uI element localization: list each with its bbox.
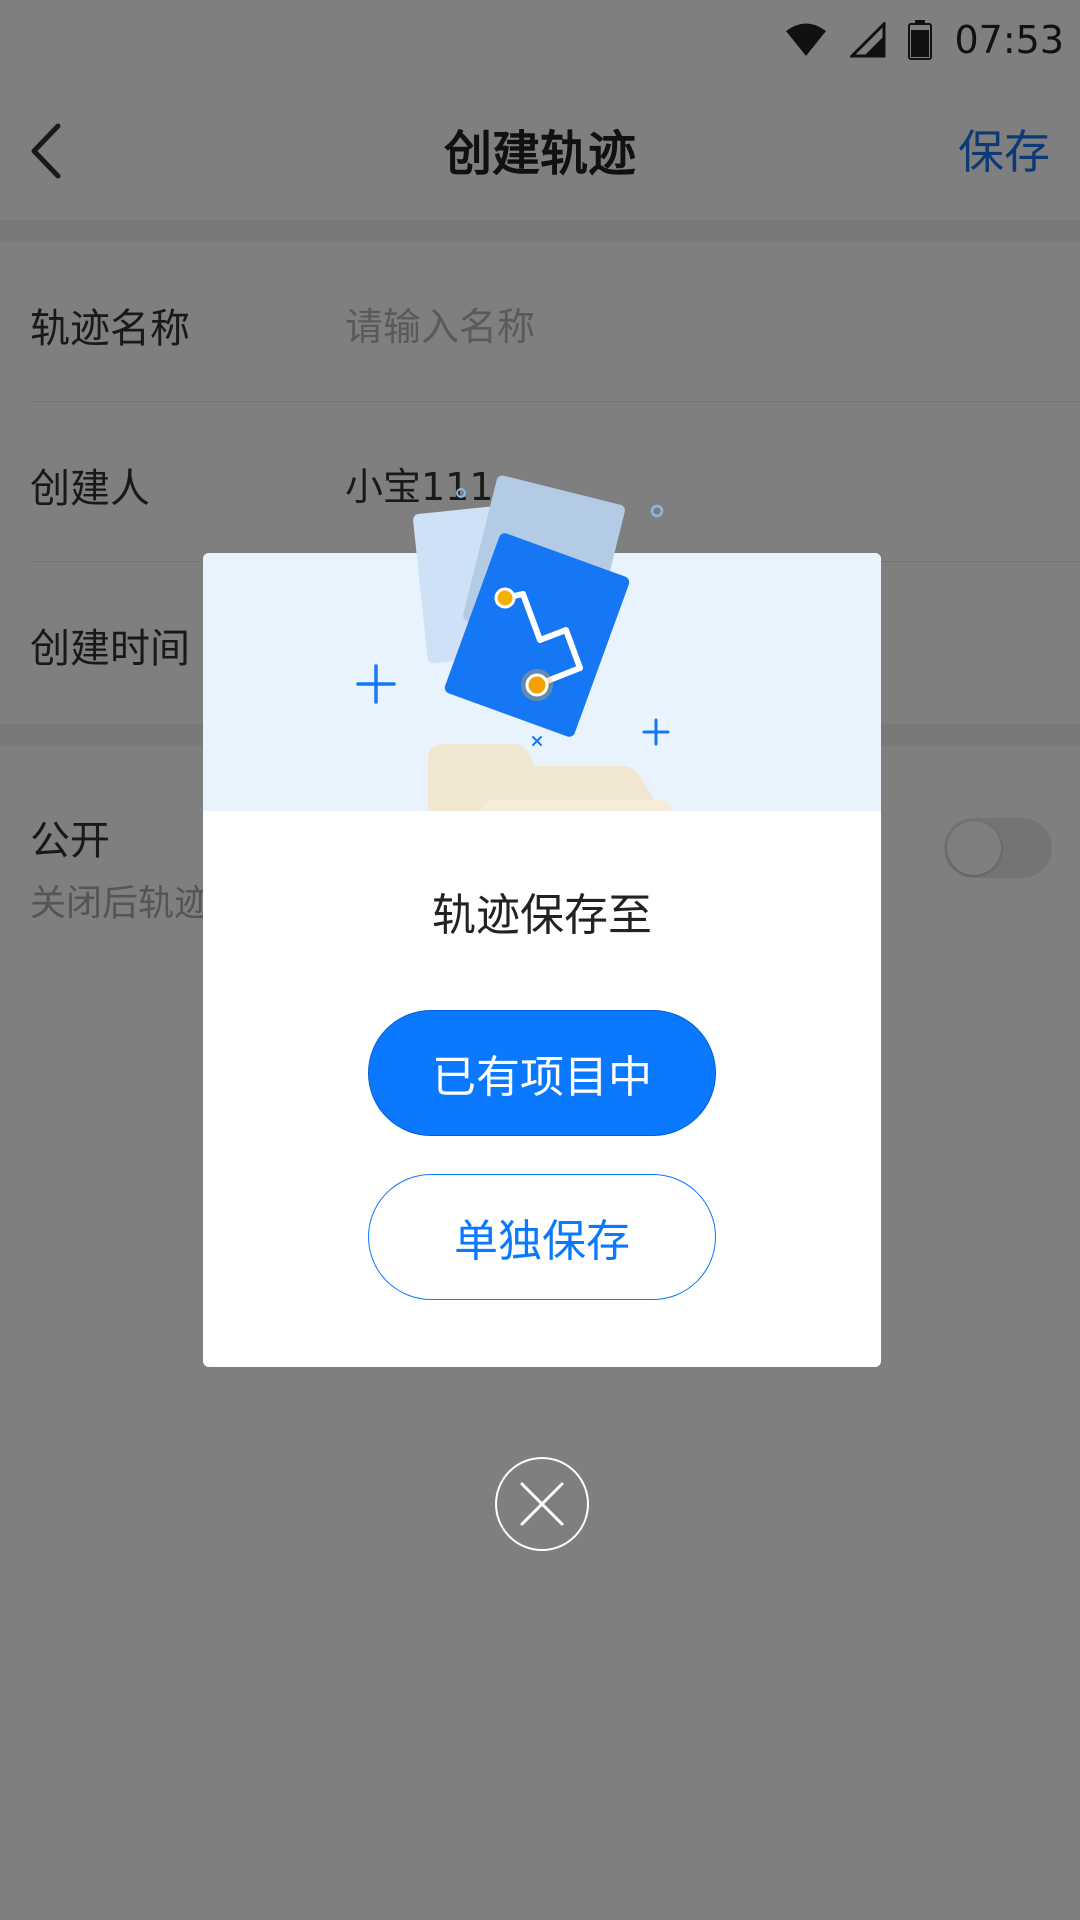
save-dialog: 轨迹保存至 已有项目中 单独保存	[203, 553, 881, 1367]
save-separately-button[interactable]: 单独保存	[368, 1174, 716, 1300]
existing-project-button[interactable]: 已有项目中	[368, 1010, 716, 1136]
close-dialog-button[interactable]	[495, 1457, 589, 1551]
close-icon	[520, 1482, 564, 1526]
dialog-title: 轨迹保存至	[432, 890, 652, 941]
dialog-banner	[203, 553, 881, 811]
